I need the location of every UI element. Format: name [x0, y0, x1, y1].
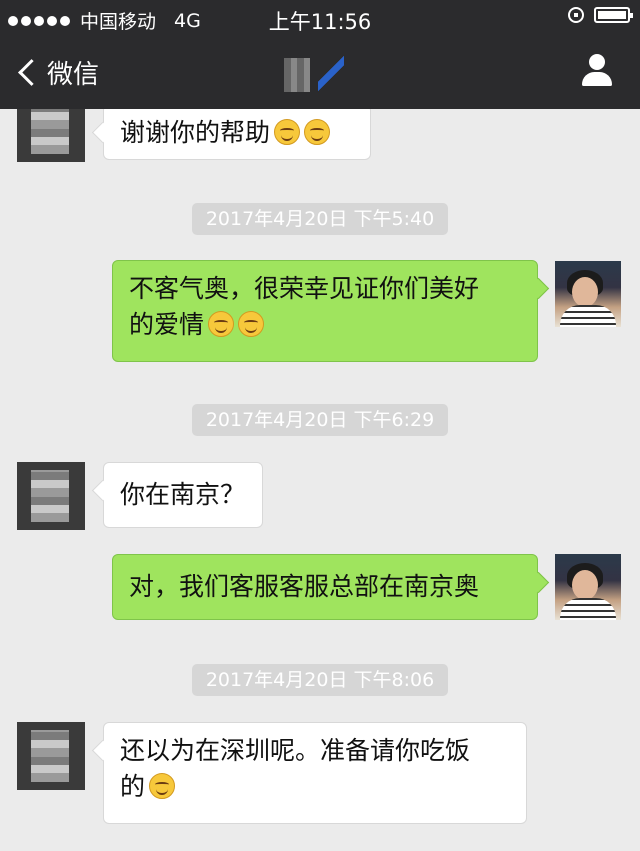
timestamp-label: 2017年4月20日 下午6:29 [192, 404, 448, 436]
message-text: 对，我们客服客服总部在南京奥 [129, 572, 480, 601]
message-bubble-outgoing[interactable]: 对，我们客服客服总部在南京奥 [112, 554, 538, 620]
smile-emoji-icon [238, 311, 265, 337]
status-bar: 中国移动 4G 上午11:56 [0, 0, 640, 36]
message-text-line: 还以为在深圳呢。准备请你吃饭 [120, 736, 471, 765]
header: 中国移动 4G 上午11:56 微信 [0, 0, 640, 109]
chevron-left-icon [18, 59, 45, 86]
smile-emoji-icon [208, 311, 235, 337]
back-label: 微信 [47, 60, 100, 90]
message-bubble-incoming[interactable]: 谢谢你的帮助 [103, 104, 371, 160]
orientation-lock-icon [568, 7, 584, 23]
timestamp-label: 2017年4月20日 下午8:06 [192, 664, 448, 696]
message-text-line: 不客气奥，很荣幸见证你们美好 [129, 274, 480, 303]
back-button[interactable]: 微信 [16, 54, 99, 91]
blue-mark-icon [318, 56, 344, 94]
chat-title [284, 56, 344, 94]
smile-emoji-icon [304, 119, 331, 145]
message-bubble-incoming[interactable]: 还以为在深圳呢。准备请你吃饭 的 [103, 722, 527, 824]
contact-avatar[interactable] [17, 462, 85, 530]
status-time: 上午11:56 [268, 10, 372, 34]
contact-avatar[interactable] [17, 722, 85, 790]
message-bubble-outgoing[interactable]: 不客气奥，很荣幸见证你们美好 的爱情 [112, 260, 538, 362]
smile-emoji-icon [274, 119, 301, 145]
nav-bar: 微信 [0, 40, 640, 106]
chat-area[interactable]: 谢谢你的帮助 2017年4月20日 下午5:40 不客气奥，很荣幸见证你们美好 … [0, 0, 640, 851]
battery-icon [594, 7, 633, 23]
my-avatar[interactable] [555, 554, 621, 620]
contact-profile-icon[interactable] [580, 54, 614, 88]
message-text: 你在南京？ [120, 480, 246, 509]
message-text-line: 的 [120, 772, 146, 801]
timestamp-label: 2017年4月20日 下午5:40 [192, 203, 448, 235]
message-text-line: 的爱情 [129, 310, 205, 339]
message-text: 谢谢你的帮助 [120, 118, 271, 147]
smile-emoji-icon [149, 773, 176, 799]
pixelated-name [284, 58, 310, 92]
my-avatar[interactable] [555, 261, 621, 327]
message-bubble-incoming[interactable]: 你在南京？ [103, 462, 263, 528]
